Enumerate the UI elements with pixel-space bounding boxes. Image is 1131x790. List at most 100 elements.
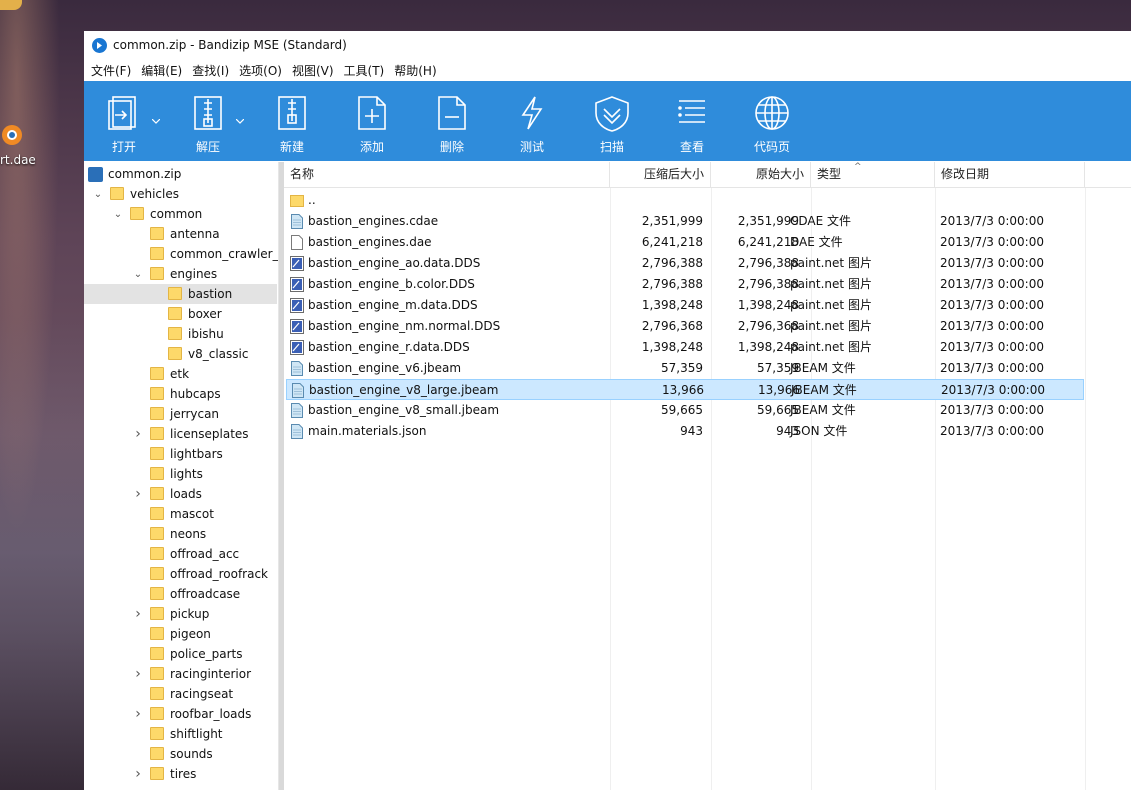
expand-closed-icon[interactable]: › [133,426,143,442]
tree-item[interactable]: hubcaps [84,384,277,404]
new-label: 新建 [279,140,304,154]
expand-closed-icon[interactable]: › [133,706,143,722]
tree-item[interactable]: ⌄ vehicles [84,184,277,204]
expand-open-icon[interactable]: ⌄ [113,209,123,220]
expand-open-icon[interactable]: ⌄ [133,269,143,280]
scan-button[interactable]: 扫描 [572,81,652,161]
tree-item[interactable]: offroad_roofrack [84,564,277,584]
column-packed-size[interactable]: 压缩后大小 [610,162,711,188]
file-row[interactable]: main.materials.json 943 943 JSON 文件 2013/7/3… [286,421,1084,442]
tree-item[interactable]: neons [84,524,277,544]
file-packed-size [608,190,703,211]
tree-item[interactable]: v8_classic [84,344,277,364]
tree-item-label: police_parts [170,647,243,661]
column-name[interactable]: 名称 [284,162,610,188]
file-row[interactable]: bastion_engine_v8_large.jbeam 13,966 13,96… [286,379,1084,400]
tree-item-label: sounds [170,747,213,761]
new-button[interactable]: 新建 [252,81,332,161]
tree-item[interactable]: › pickup [84,604,277,624]
add-label: 添加 [359,140,384,154]
column-modified[interactable]: 修改日期 [935,162,1085,188]
tree-item[interactable]: mascot [84,504,277,524]
tree-item[interactable]: › licenseplates [84,424,277,444]
column-type[interactable]: 类型 [811,162,935,188]
file-row[interactable]: bastion_engine_m.data.DDS 1,398,248 1,398,… [286,295,1084,316]
file-icon [291,361,303,376]
tree-item[interactable]: etk [84,364,277,384]
file-row[interactable]: bastion_engine_v6.jbeam 57,359 57,359 JBEAM… [286,358,1084,379]
folder-icon [150,507,164,520]
file-packed-size: 57,359 [661,361,703,375]
extract-button[interactable]: 解压 [168,81,248,161]
menu-help[interactable]: 帮助(H) [389,62,441,79]
menu-file[interactable]: 文件(F) [86,62,136,79]
file-row[interactable]: bastion_engine_b.color.DDS 2,796,388 2,796… [286,274,1084,295]
tree-item[interactable]: › tires [84,764,277,784]
expand-closed-icon[interactable]: › [133,766,143,782]
delete-button[interactable]: 删除 [412,81,492,161]
folder-icon [150,647,164,660]
file-modified-date: 2013/7/3 0:00:00 [941,383,1045,397]
tree-item-label: vehicles [130,187,179,201]
tree-item[interactable]: common_crawler_p [84,244,278,264]
expand-closed-icon[interactable]: › [133,666,143,682]
tree-item[interactable]: police_parts [84,644,277,664]
tree-item[interactable]: common.zip [84,164,277,184]
menu-options[interactable]: 选项(O) [234,62,287,79]
test-button[interactable]: 测试 [492,81,572,161]
file-row[interactable]: bastion_engine_nm.normal.DDS 2,796,368 2,7… [286,316,1084,337]
tree-item[interactable]: › loads [84,484,277,504]
tree-item[interactable]: boxer [84,304,277,324]
file-row[interactable]: bastion_engine_v8_small.jbeam 59,665 59,66… [286,400,1084,421]
menu-edit[interactable]: 编辑(E) [136,62,187,79]
tree-item[interactable]: racingseat [84,684,277,704]
tree-item[interactable]: antenna [84,224,277,244]
folder-icon [150,247,164,260]
file-row[interactable]: bastion_engine_ao.data.DDS 2,796,388 2,796… [286,253,1084,274]
tree-item[interactable]: shiftlight [84,724,277,744]
add-file-icon [358,96,386,130]
tree-item[interactable]: lights [84,464,277,484]
tree-item[interactable]: bastion [84,284,277,304]
file-row[interactable]: bastion_engine_r.data.DDS 1,398,248 1,398,… [286,337,1084,358]
tree-item[interactable]: offroad_acc [84,544,277,564]
file-icon [292,383,304,398]
tree-item[interactable]: pigeon [84,624,277,644]
column-original-size[interactable]: 原始大小 [711,162,811,188]
tree-item[interactable]: lightbars [84,444,277,464]
title-bar[interactable]: common.zip - Bandizip MSE (Standard) [84,31,1131,59]
file-type: JBEAM 文件 [790,361,856,375]
tree-item[interactable]: offroadcase [84,584,277,604]
desktop-icon-label[interactable]: rt.dae [0,153,36,167]
expand-closed-icon[interactable]: › [133,486,143,502]
tree-item[interactable]: sounds [84,744,277,764]
file-original-size: 13,966 [758,383,800,397]
file-modified-date: 2013/7/3 0:00:00 [940,361,1044,375]
file-row[interactable]: .. [286,190,1084,211]
list-header: 名称 压缩后大小 原始大小 类型 ^ 修改日期 [284,162,1131,188]
open-button[interactable]: 打开 [84,81,164,161]
zip-archive-icon [88,167,103,182]
tree-item[interactable]: › racinginterior [84,664,277,684]
tree-item[interactable]: ⌄ engines [84,264,277,284]
menu-tools[interactable]: 工具(T) [339,62,390,79]
new-archive-icon [278,96,306,130]
tree-item[interactable]: ibishu [84,324,277,344]
menu-find[interactable]: 查找(I) [187,62,234,79]
expand-closed-icon[interactable]: › [133,606,143,622]
blender-icon[interactable] [0,122,26,148]
add-button[interactable]: 添加 [332,81,412,161]
file-row[interactable]: bastion_engines.cdae 2,351,999 2,351,999 CD… [286,211,1084,232]
codepage-button[interactable]: 代码页 [732,81,812,161]
view-button[interactable]: 查看 [652,81,732,161]
tree-item[interactable]: › roofbar_loads [84,704,277,724]
tree-item[interactable]: ⌄ common [84,204,277,224]
file-row[interactable]: bastion_engines.dae 6,241,218 6,241,218 DAE… [286,232,1084,253]
menu-view[interactable]: 视图(V) [287,62,339,79]
expand-open-icon[interactable]: ⌄ [93,189,103,200]
folder-icon [150,747,164,760]
tree-item-label: hubcaps [170,387,221,401]
open-label: 打开 [111,140,136,154]
document-icon [291,235,303,250]
tree-item[interactable]: jerrycan [84,404,277,424]
